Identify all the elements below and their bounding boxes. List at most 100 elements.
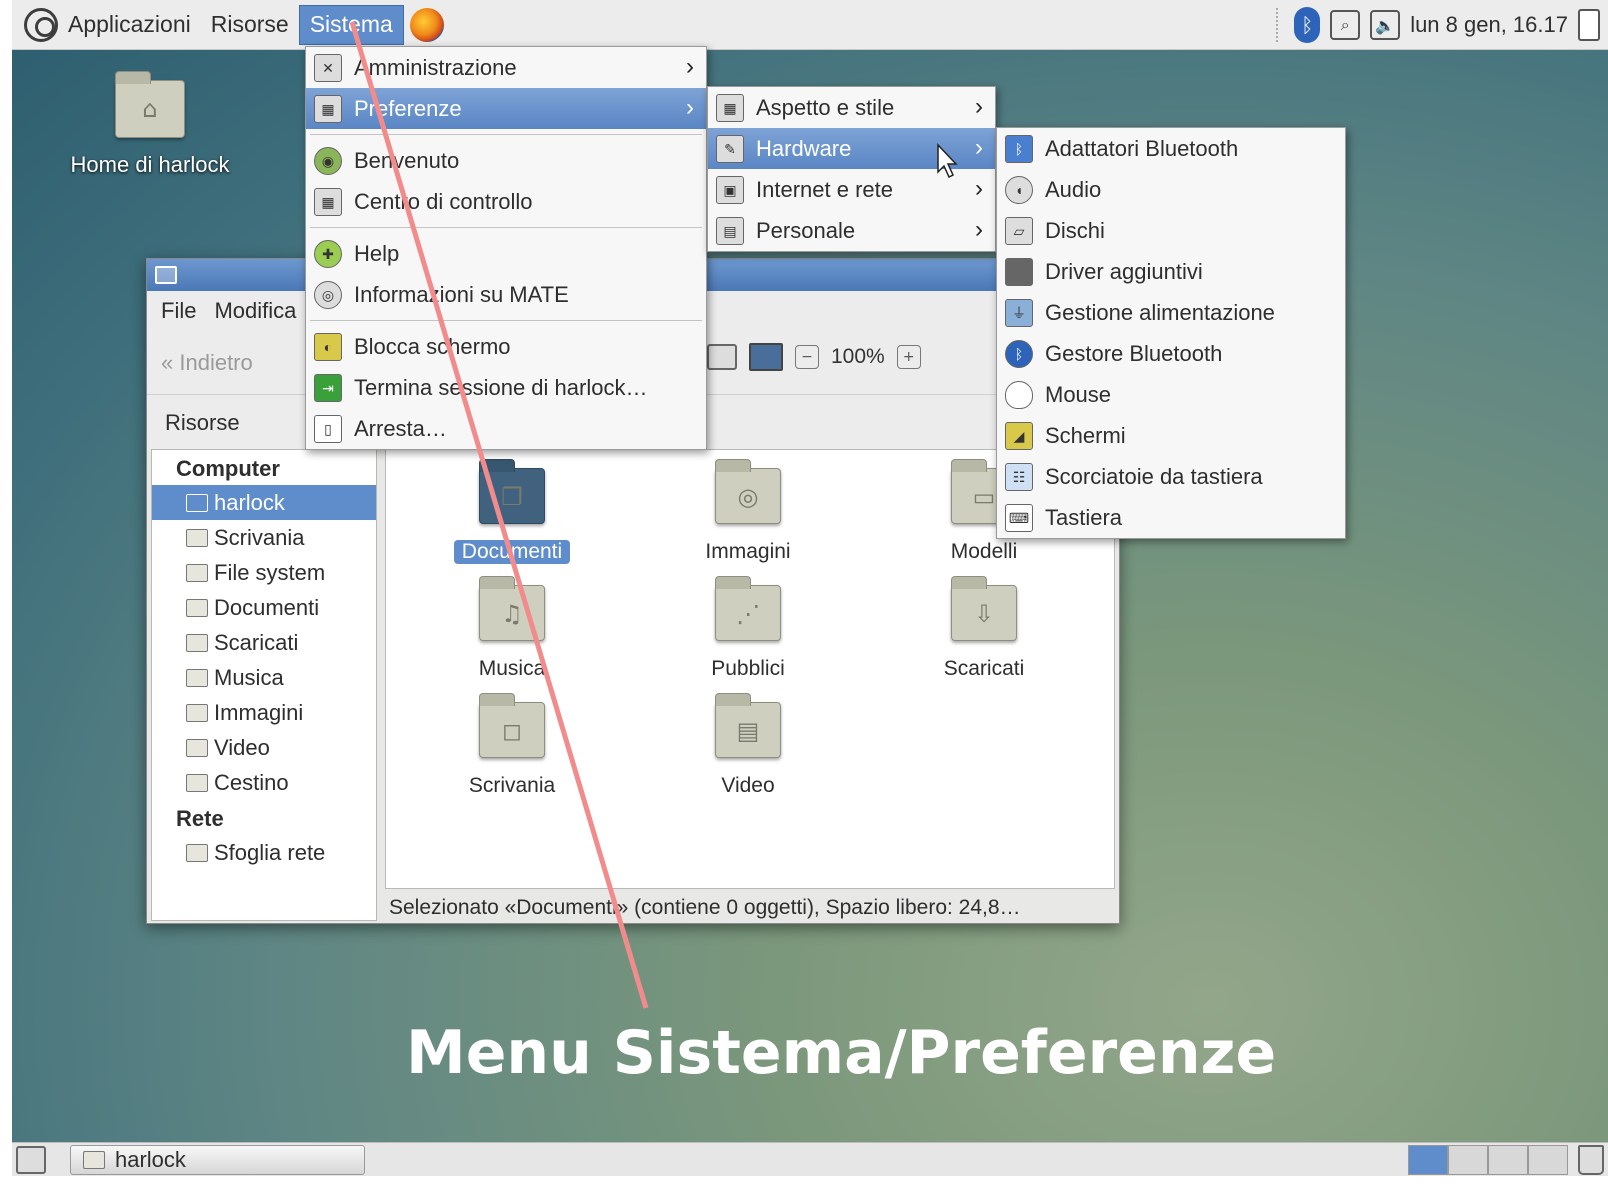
trash-icon[interactable] [1578,1145,1604,1175]
keyboard-icon: ⌨ [1005,504,1033,532]
menu-item-arresta[interactable]: ▯ Arresta… [306,408,706,449]
menu-item-label: Aspetto e stile [756,94,895,120]
sidebar-item-label: File system [214,559,326,585]
folder-label: Scaricati [943,657,1025,680]
network-icon: ▣ [716,176,744,204]
menubar-modifica[interactable]: Modifica [214,298,296,324]
menu-item-label: Amministrazione [354,54,517,80]
home-toolbar-icon[interactable] [707,344,737,370]
menu-item-termina-sessione[interactable]: ⇥ Termina sessione di harlock… [306,367,706,408]
folder-label: Documenti [453,540,571,564]
menu-item-label: Gestore Bluetooth [1045,340,1223,366]
menu-item-adattatori-bluetooth[interactable]: ᛒ Adattatori Bluetooth [997,128,1345,169]
show-desktop-icon[interactable] [16,1145,46,1174]
folder-pubblici[interactable]: ⋰ Pubblici [658,576,838,681]
sidebar-item-musica[interactable]: Musica [152,660,376,695]
mate-logo-icon[interactable] [24,7,58,42]
folder-scaricati[interactable]: ⇩ Scaricati [894,576,1074,681]
sidebar-item-scaricati[interactable]: Scaricati [152,625,376,660]
sidebar-item-sfoglia-rete[interactable]: Sfoglia rete [152,835,376,870]
music-icon [186,668,208,687]
workspace-1[interactable] [1408,1145,1448,1175]
folder-label: Musica [478,657,546,680]
chevron-right-icon: › [686,94,694,121]
firefox-launcher-icon[interactable] [409,7,444,42]
sidebar: Computer harlock Scrivania File system D… [151,449,377,921]
zoom-level: 100% [831,345,885,368]
zoom-out-button[interactable]: − [795,345,819,369]
menu-item-scorciatoie-tastiera[interactable]: ☷ Scorciatoie da tastiera [997,456,1345,497]
window-home-icon [155,266,177,284]
video-icon [186,738,208,757]
sidebar-item-scrivania[interactable]: Scrivania [152,520,376,555]
menubar-file[interactable]: File [161,298,196,324]
network-icon[interactable]: ⌕ [1330,10,1361,40]
menu-item-blocca-schermo[interactable]: ◐ Blocca schermo [306,326,706,367]
desktop-home-label: Home di harlock [70,152,230,177]
menu-item-centro-controllo[interactable]: ▦ Centro di controllo [306,181,706,222]
menu-item-aspetto-stile[interactable]: ▦ Aspetto e stile › [708,87,995,128]
folder-label: Modelli [950,540,1018,563]
sidebar-item-video[interactable]: Video [152,730,376,765]
back-button[interactable]: « Indietro [161,350,253,376]
folder-video[interactable]: ▤ Video [658,693,838,798]
folder-scrivania[interactable]: ◻ Scrivania [422,693,602,798]
sidebar-item-cestino[interactable]: Cestino [152,765,376,800]
sidebar-item-label: Sfoglia rete [214,839,326,865]
shutdown-icon[interactable] [1578,9,1600,41]
home-icon [186,493,208,512]
sidebar-item-documenti[interactable]: Documenti [152,590,376,625]
menu-item-driver-aggiuntivi[interactable]: Driver aggiuntivi [997,251,1345,292]
taskbar-button-harlock[interactable]: harlock [70,1144,365,1175]
menu-applicazioni[interactable]: Applicazioni [58,5,201,45]
control-center-icon: ▦ [314,188,342,216]
menu-item-help[interactable]: ✚ Help [306,233,706,274]
menu-item-audio[interactable]: ◖ Audio [997,169,1345,210]
menu-item-gestore-bluetooth[interactable]: ᛒ Gestore Bluetooth [997,333,1345,374]
sidebar-item-label: Documenti [214,594,320,620]
bluetooth-adapter-icon: ᛒ [1005,135,1033,163]
workspace-3[interactable] [1488,1145,1528,1175]
menu-item-benvenuto[interactable]: ◉ Benvenuto [306,140,706,181]
sidebar-item-harlock[interactable]: harlock [152,485,376,520]
workspace-4[interactable] [1528,1145,1568,1175]
menu-sistema[interactable]: Sistema [298,4,404,45]
back-label: Indietro [179,349,253,375]
computer-toolbar-icon[interactable] [749,343,783,371]
menu-item-gestione-alimentazione[interactable]: ⏚ Gestione alimentazione [997,292,1345,333]
workspace-2[interactable] [1448,1145,1488,1175]
chevron-right-icon: › [975,134,983,161]
desktop-home-icon[interactable]: ⌂ Home di harlock [60,71,240,178]
clock[interactable]: lun 8 gen, 16.17 [1410,12,1568,38]
menu-item-tastiera[interactable]: ⌨ Tastiera [997,497,1345,538]
menu-item-preferenze[interactable]: ▦ Preferenze › [306,88,706,129]
menu-item-label: Dischi [1045,217,1105,243]
menu-item-personale[interactable]: ▤ Personale › [708,210,995,251]
menu-item-internet-rete[interactable]: ▣ Internet e rete › [708,169,995,210]
bluetooth-icon[interactable]: ᛒ [1294,7,1321,43]
menu-item-hardware[interactable]: ✎ Hardware › [708,128,995,169]
display-icon: ◢ [1005,422,1033,450]
zoom-in-button[interactable]: + [896,345,921,369]
folder-immagini[interactable]: ◎ Immagini [658,459,838,564]
menu-item-amministrazione[interactable]: ✕ Amministrazione › [306,47,706,88]
menu-separator [310,320,702,321]
menu-item-label: Audio [1045,176,1102,202]
menu-item-info-mate[interactable]: ◎ Informazioni su MATE [306,274,706,315]
sidebar-header-rete: Rete [176,806,224,831]
menu-item-dischi[interactable]: ▱ Dischi [997,210,1345,251]
menu-item-schermi[interactable]: ◢ Schermi [997,415,1345,456]
bluetooth-icon: ᛒ [1005,340,1033,368]
folder-musica[interactable]: ♫ Musica [422,576,602,681]
folder-documenti[interactable]: ❐ Documenti [422,459,602,564]
mate-logo-icon: ◎ [314,281,342,309]
menu-risorse[interactable]: Risorse [201,5,299,45]
menu-item-mouse[interactable]: Mouse [997,374,1345,415]
sidebar-item-label: Immagini [214,699,304,725]
sidebar-item-label: Scrivania [214,524,305,550]
sidebar-item-immagini[interactable]: Immagini [152,695,376,730]
public-folder-icon: ⋰ [715,576,781,641]
volume-icon[interactable]: 🔈 [1370,10,1401,40]
trash-icon [186,773,208,792]
sidebar-item-file-system[interactable]: File system [152,555,376,590]
